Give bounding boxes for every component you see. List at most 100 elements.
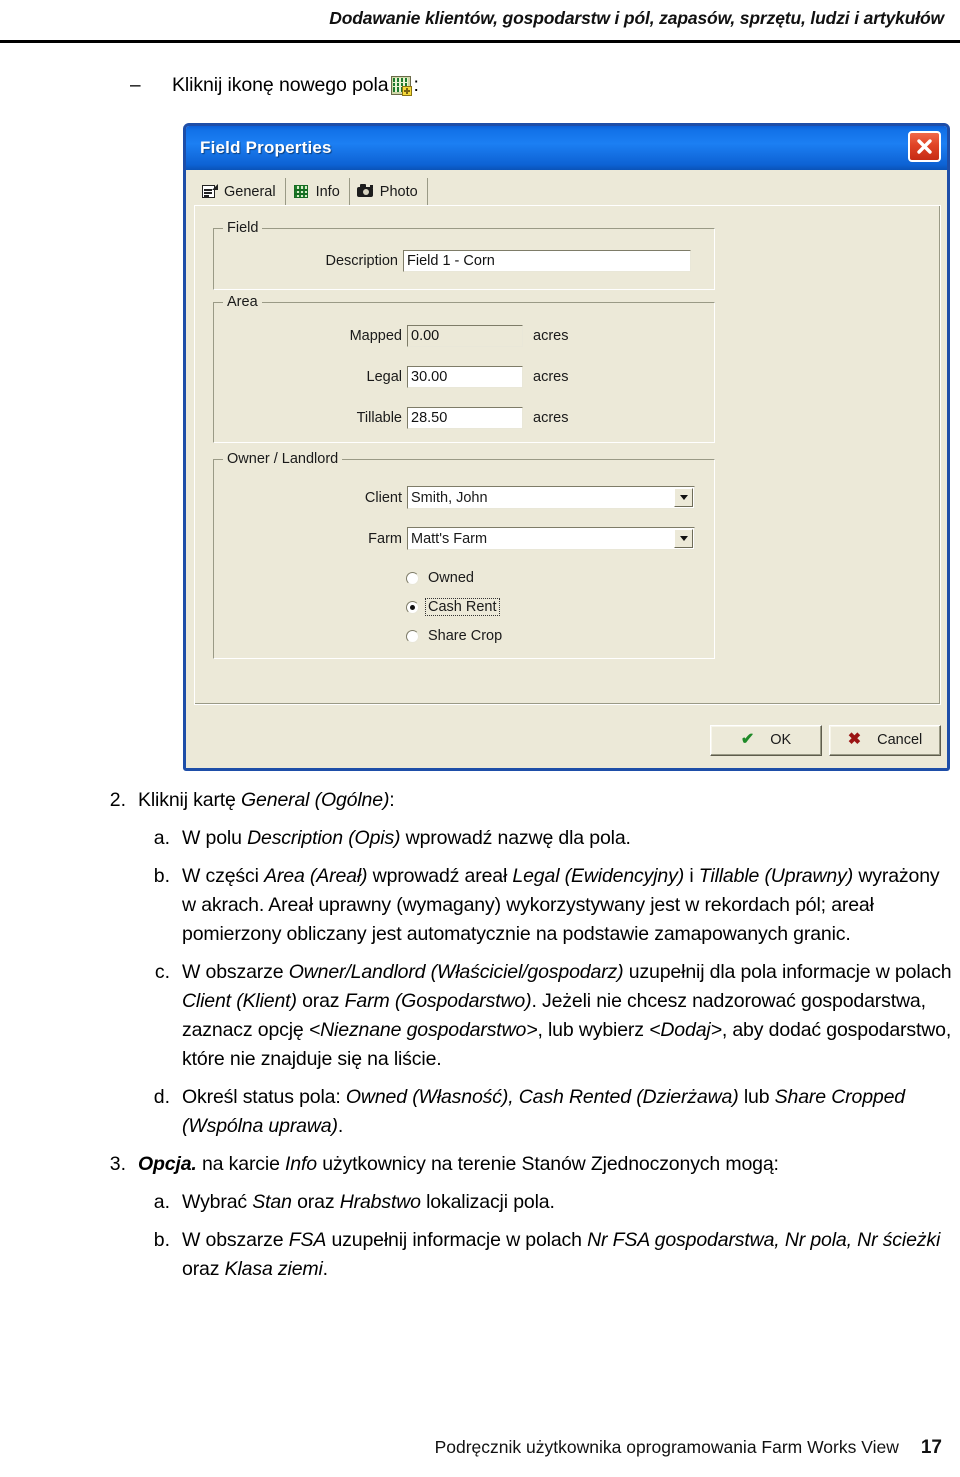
radio-share-crop-indicator[interactable] [406, 629, 419, 643]
client-label: Client [364, 489, 402, 506]
legal-label: Legal [366, 369, 402, 385]
x-mark-icon: ✖ [847, 731, 862, 748]
radio-share-crop[interactable]: Share Crop [406, 628, 504, 644]
group-area-legend: Area [223, 294, 262, 310]
legal-unit: acres [533, 369, 569, 385]
page-running-head: Dodawanie klientów, gospodarstw i pól, z… [0, 0, 960, 42]
group-area: Area Mapped 0.00 acres Legal 30.00 acres… [213, 294, 715, 443]
step-marker: c. [154, 961, 170, 983]
intro-text-before: Kliknij ikonę nowego pola [172, 74, 389, 96]
running-head-text: Dodawanie klientów, gospodarstw i pól, z… [329, 8, 944, 28]
dialog-button-bar: ✔ OK ✖ Cancel [194, 720, 941, 760]
tillable-label: Tillable [356, 410, 402, 426]
row-mapped: Mapped 0.00 acres [214, 325, 696, 347]
bullet-dash: – [130, 75, 141, 96]
farm-label: Farm [368, 530, 402, 547]
page-footer: Podręcznik użytkownika oprogramowania Fa… [0, 1437, 960, 1459]
new-field-icon [391, 76, 413, 96]
new-field-icon-plus-badge [402, 86, 413, 96]
group-owner-legend: Owner / Landlord [223, 451, 343, 467]
row-description: Description Field 1 - Corn [214, 250, 696, 272]
step-marker: 2. [109, 789, 126, 811]
tab-photo-label: Photo [379, 183, 418, 200]
instruction-step: a. W polu Description (Opis) wprowadź naz… [0, 824, 960, 853]
check-icon: ✔ [740, 731, 755, 748]
intro-text-after: : [413, 74, 419, 96]
radio-cash-rent-label: Cash Rent [425, 598, 500, 616]
row-legal: Legal 30.00 acres [214, 366, 696, 388]
farm-select[interactable]: Matt's Farm [407, 527, 695, 550]
ok-button[interactable]: ✔ OK [710, 724, 822, 756]
new-field-icon-gridline-1 [393, 82, 409, 83]
step-text: W polu Description (Opis) wprowadź nazwę… [182, 827, 631, 849]
mapped-label: Mapped [349, 328, 402, 344]
step-text: W obszarze Owner/Landlord (Właściciel/go… [182, 961, 952, 1070]
page-number: 17 [920, 1437, 942, 1458]
step-text: W części Area (Areał) wprowadź areał Leg… [182, 865, 940, 945]
instruction-steps: 2. Kliknij kartę General (Ogólne): a. W pol… [0, 786, 960, 1293]
chevron-down-icon[interactable] [674, 488, 693, 507]
step-marker: a. [153, 1191, 170, 1213]
client-select-value: Smith, John [411, 489, 488, 506]
description-label: Description [325, 253, 398, 269]
tab-general[interactable]: General [194, 178, 286, 207]
step-marker: a. [153, 827, 170, 849]
instruction-step: d. Określ status pola: Owned (Własność), … [0, 1083, 960, 1141]
instruction-step: a. Wybrać Stan oraz Hrabstwo lokalizacji … [0, 1188, 960, 1217]
dialog-titlebar[interactable]: Field Properties [186, 126, 947, 170]
tab-info-label: Info [315, 183, 340, 200]
camera-icon [356, 184, 374, 199]
dialog-tabstrip: General Info Photo [194, 175, 941, 207]
general-card-icon [201, 184, 218, 199]
step-text: W obszarze FSA uzupełnij informacje w po… [182, 1229, 941, 1280]
row-client: Client Smith, John [214, 486, 696, 509]
cancel-button-label: Cancel [877, 732, 923, 748]
instruction-step: 2. Kliknij kartę General (Ogólne): [0, 786, 960, 815]
radio-owned-indicator[interactable] [406, 571, 419, 585]
tab-photo[interactable]: Photo [350, 178, 428, 205]
group-field-legend: Field [223, 220, 263, 236]
footer-text: Podręcznik użytkownika oprogramowania Fa… [434, 1437, 899, 1457]
description-input[interactable]: Field 1 - Corn [403, 250, 691, 272]
step-text: Kliknij kartę General (Ogólne): [138, 789, 395, 811]
instruction-step: b. W części Area (Areał) wprowadź areał L… [0, 862, 960, 949]
step-marker: b. [153, 1229, 170, 1251]
tab-info[interactable]: Info [286, 178, 350, 205]
mapped-unit: acres [533, 328, 569, 344]
client-select[interactable]: Smith, John [407, 486, 695, 509]
field-properties-dialog: Field Properties General Info Photo Fiel… [183, 123, 950, 771]
step-marker: 3. [109, 1153, 126, 1175]
instruction-step: b. W obszarze FSA uzupełnij informacje w … [0, 1226, 960, 1284]
radio-cash-rent[interactable]: Cash Rent [406, 598, 500, 616]
group-owner-landlord: Owner / Landlord Client Smith, John Farm… [213, 451, 715, 659]
instruction-step: c. W obszarze Owner/Landlord (Właściciel/… [0, 958, 960, 1074]
cancel-button[interactable]: ✖ Cancel [829, 724, 941, 756]
group-field: Field Description Field 1 - Corn [213, 220, 715, 290]
mapped-input[interactable]: 0.00 [407, 325, 523, 347]
step-text: Określ status pola: Owned (Własność), Ca… [182, 1086, 905, 1137]
radio-owned[interactable]: Owned [406, 570, 476, 586]
step-text: Opcja. na karcie Info użytkownicy na ter… [138, 1153, 779, 1175]
row-tillable: Tillable 28.50 acres [214, 407, 696, 429]
step-marker: b. [153, 865, 170, 887]
ok-button-label: OK [770, 732, 792, 748]
info-grid-icon [293, 184, 310, 199]
radio-owned-label: Owned [428, 570, 474, 586]
chevron-down-icon[interactable] [674, 529, 693, 548]
intro-text: Kliknij ikonę nowego pola: [172, 74, 419, 97]
close-icon[interactable] [908, 131, 941, 162]
tabpage-general: Field Description Field 1 - Corn Area Ma… [194, 205, 941, 705]
radio-cash-rent-indicator[interactable] [406, 600, 419, 614]
intro-bullet-line: – Kliknij ikonę nowego pola: [130, 74, 419, 97]
tab-general-label: General [224, 183, 276, 200]
tillable-unit: acres [533, 410, 569, 426]
legal-input[interactable]: 30.00 [407, 366, 523, 388]
header-divider [0, 40, 960, 43]
farm-select-value: Matt's Farm [411, 530, 488, 547]
dialog-title: Field Properties [200, 138, 332, 157]
step-marker: d. [153, 1086, 170, 1108]
step-text: Wybrać Stan oraz Hrabstwo lokalizacji po… [182, 1191, 555, 1213]
row-farm: Farm Matt's Farm [214, 527, 696, 550]
tillable-input[interactable]: 28.50 [407, 407, 523, 429]
instruction-step: 3. Opcja. na karcie Info użytkownicy na t… [0, 1150, 960, 1179]
